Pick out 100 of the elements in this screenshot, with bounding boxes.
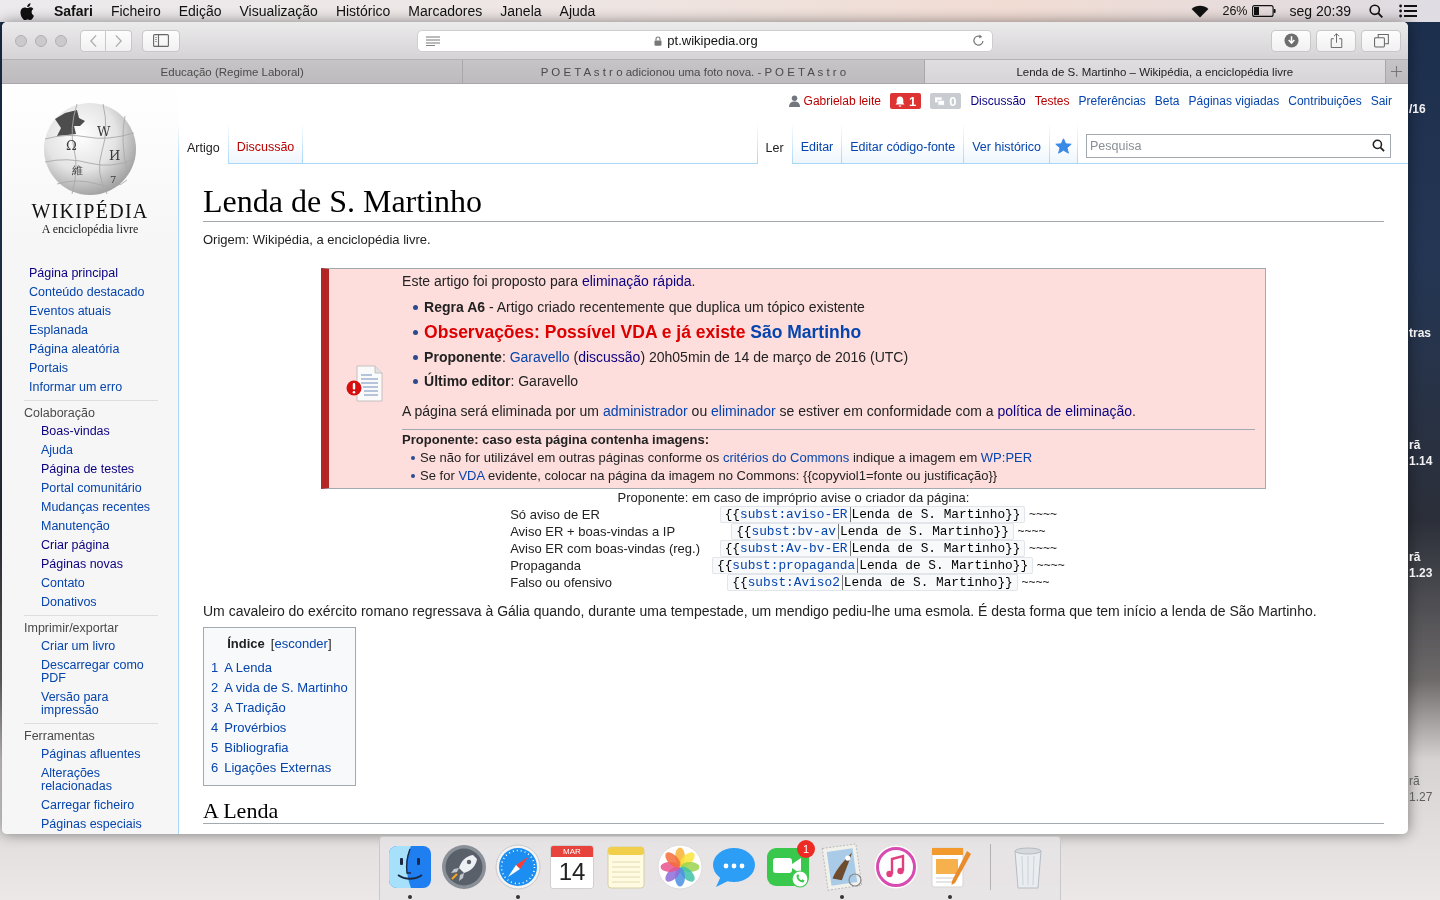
sidebar-link[interactable]: Conteúdo destacado (29, 286, 145, 299)
menu-item[interactable]: Visualização (239, 3, 318, 19)
downloads-button[interactable] (1271, 29, 1311, 52)
template-link[interactable]: subst:aviso-ER (740, 507, 848, 522)
sidebar-link[interactable]: Portais (29, 362, 68, 375)
sidebar-link[interactable]: Mudanças recentes (41, 501, 151, 514)
sidebar-link[interactable]: Ajuda (41, 444, 73, 457)
notice-item-text: Se for VDA evidente, colocar na página da imagem no Commons: {{copyviol1=fonte ou justificação}} (420, 467, 998, 485)
article-link[interactable]: WP:PER (980, 450, 1033, 465)
new-tab-button[interactable] (1386, 60, 1408, 83)
sidebar-link[interactable]: Página de testes (41, 463, 135, 476)
article-link[interactable]: eliminador (711, 403, 776, 419)
personal-link[interactable]: Páginas vigiadas (1188, 94, 1280, 108)
sidebar-link[interactable]: Páginas afluentes (41, 748, 141, 761)
sidebar-link[interactable]: Portal comunitário (41, 482, 142, 495)
share-button[interactable] (1316, 29, 1356, 52)
view-tab[interactable]: Ver histórico (964, 124, 1050, 163)
page-tab[interactable]: Artigo (178, 124, 229, 164)
battery-icon[interactable] (1251, 5, 1276, 17)
sidebar-link[interactable]: Criar um livro (41, 640, 116, 653)
sidebar-link[interactable]: Páginas especiais (41, 818, 142, 831)
sidebar-link[interactable]: Informar um erro (29, 381, 123, 394)
sidebar-button[interactable] (142, 29, 180, 52)
search-icon[interactable] (1369, 4, 1383, 18)
menu-item[interactable]: Histórico (335, 3, 391, 19)
browser-tab[interactable]: P O E T A s t r o adicionou uma foto nova. - P O E T A s t r o (463, 60, 925, 83)
article-link[interactable]: discussão (578, 349, 641, 365)
rocket-icon[interactable] (440, 843, 488, 891)
compass-icon[interactable] (494, 843, 542, 891)
sidebar-link[interactable]: Páginas novas (41, 558, 123, 571)
user-link[interactable]: Gabrielab leite (803, 94, 881, 108)
sidebar-link[interactable]: Donativos (41, 596, 97, 609)
article-link[interactable]: administrador (602, 403, 688, 419)
menu-item[interactable]: Ficheiro (110, 3, 161, 19)
list-icon[interactable] (1399, 4, 1417, 18)
sidebar-link[interactable]: Boas-vindas (41, 425, 110, 438)
article-link[interactable]: São Martinho (750, 322, 862, 342)
calendar-icon[interactable]: MAR 14 (550, 845, 594, 889)
sidebar-link[interactable]: Contato (41, 577, 85, 590)
toc-link[interactable]: 2 A vida de S. Martinho (211, 680, 348, 695)
view-tab[interactable]: Editar código-fonte (842, 124, 965, 163)
face-icon[interactable] (386, 843, 434, 891)
reader-icon[interactable] (426, 35, 440, 46)
toc-link[interactable]: 6 Ligações Externas (211, 760, 332, 775)
code-snippet: {{subst:aviso-ER Lenda de S. Martinho}} (719, 506, 1026, 523)
page-tab[interactable]: Discussão (228, 124, 304, 163)
signature-text: ~~~~ (1036, 558, 1065, 572)
menu-item[interactable]: Edição (178, 3, 222, 19)
notification-badge[interactable]: 1 (889, 93, 922, 109)
apple-logo-icon[interactable] (20, 2, 34, 20)
music-note-icon[interactable] (872, 843, 920, 891)
template-link[interactable]: subst:bv-av (751, 524, 836, 539)
personal-link[interactable]: Testes (1034, 94, 1070, 108)
flower-icon[interactable] (656, 843, 704, 891)
sidebar-link[interactable]: Eventos atuais (29, 305, 111, 318)
tabs-overview-button[interactable] (1361, 29, 1401, 52)
article-link[interactable]: Garavello (509, 349, 570, 365)
clock[interactable]: seg 20:39 (1289, 3, 1351, 19)
notice-subheading: Proponente: caso esta página contenha imagens: (402, 432, 711, 448)
sidebar-link[interactable]: Página aleatória (29, 343, 120, 356)
browser-tab[interactable]: Educação (Regime Laboral) (2, 60, 464, 83)
toc-link[interactable]: 4 Provérbios (211, 720, 287, 735)
personal-link[interactable]: Discussão (970, 94, 1026, 108)
toc-toggle-link[interactable]: esconder (274, 636, 328, 651)
menu-item[interactable]: Marcadores (408, 3, 483, 19)
signature-text: ~~~~ (1029, 507, 1058, 521)
star-icon[interactable] (1055, 138, 1072, 154)
menu-item[interactable]: Ajuda (559, 3, 596, 19)
sidebar-link[interactable]: Página principal (29, 267, 118, 280)
sidebar-link[interactable]: Manutenção (41, 520, 110, 533)
template-link[interactable]: subst:propaganda (732, 558, 856, 573)
template-link[interactable]: subst:Aviso2 (747, 575, 840, 590)
menu-item[interactable]: Safari (54, 3, 93, 19)
view-tab[interactable]: Editar (792, 124, 843, 163)
sidebar-link[interactable]: Alterações relacionadas (41, 767, 158, 793)
toc-link[interactable]: 1 A Lenda (211, 660, 272, 675)
sidebar-link[interactable]: Criar página (41, 539, 110, 552)
search-field[interactable]: Pesquisa (1086, 134, 1391, 158)
sidebar-link[interactable]: Descarregar como PDF (41, 659, 158, 685)
menu-item[interactable]: Janela (500, 3, 542, 19)
article-link[interactable]: critérios do Commons (722, 450, 850, 465)
template-link[interactable]: subst:Av-bv-ER (740, 541, 848, 556)
sidebar-link[interactable]: Carregar ficheiro (41, 799, 135, 812)
wordmark[interactable]: WIKIPÉDIA (31, 200, 149, 222)
toc-link[interactable]: 5 Bibliografia (211, 740, 289, 755)
toc-link[interactable]: 3 A Tradição (211, 700, 286, 715)
personal-link[interactable]: Sair (1370, 94, 1392, 108)
sidebar-link[interactable]: Versão para impressão (41, 691, 158, 717)
address-field[interactable]: pt.wikipedia.org (417, 29, 993, 52)
search-icon[interactable] (1372, 139, 1385, 152)
personal-link[interactable]: Preferências (1078, 94, 1146, 108)
personal-link[interactable]: Beta (1154, 94, 1180, 108)
personal-link[interactable]: Contribuições (1288, 94, 1362, 108)
article-link[interactable]: eliminação rápida (581, 273, 692, 289)
wifi-icon[interactable] (1191, 4, 1210, 18)
view-tab[interactable]: Ler (757, 124, 793, 164)
browser-tab[interactable]: Lenda de S. Martinho – Wikipédia, a enciclopédia livre (924, 60, 1386, 83)
reload-icon[interactable] (972, 34, 985, 47)
article-link[interactable]: VDA (458, 468, 485, 483)
sidebar-link[interactable]: Esplanada (29, 324, 89, 337)
